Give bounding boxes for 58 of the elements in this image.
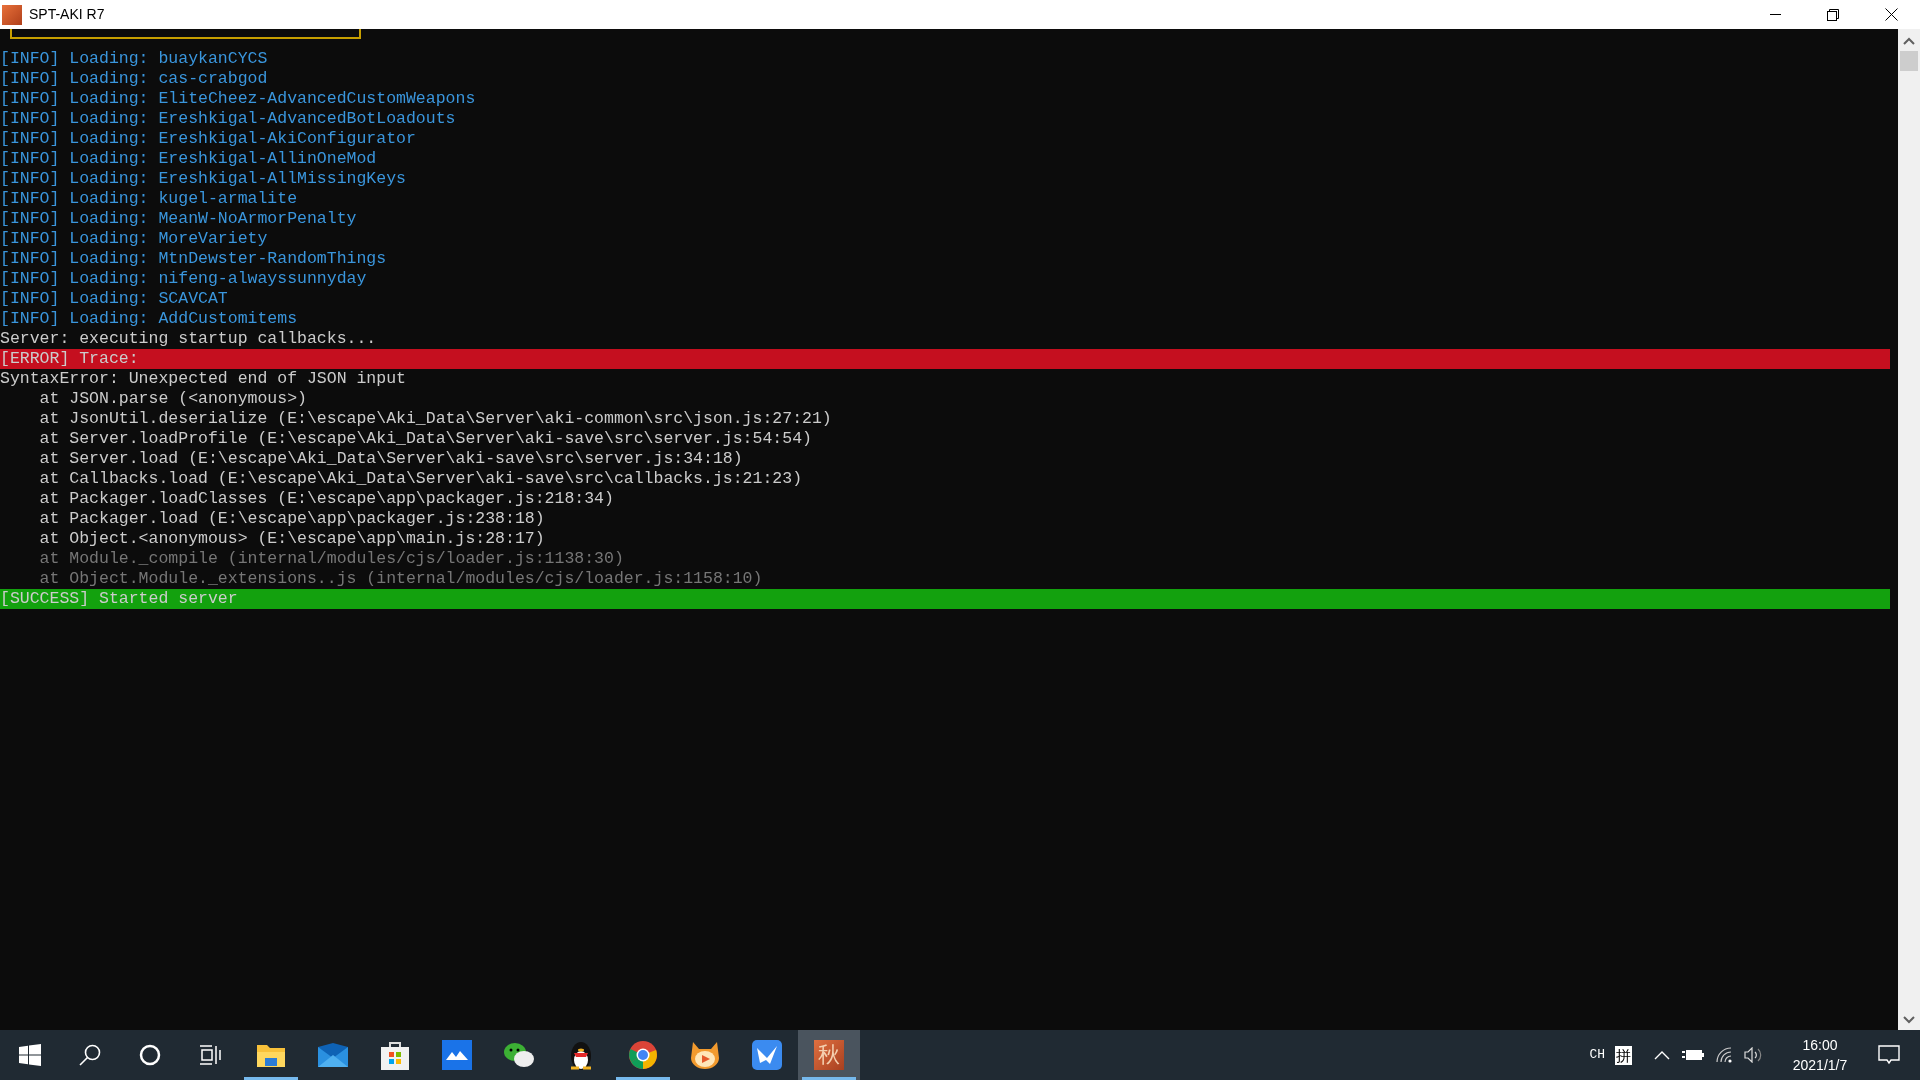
shopping-bag-icon	[381, 1040, 409, 1070]
console-line: at Object.Module._extensions..js (internal/modules/cjs/loader.js:1158:10)	[38, 569, 764, 589]
chrome-icon	[628, 1040, 658, 1070]
chevron-up-icon[interactable]	[1654, 1050, 1670, 1060]
info-line: [INFO] Loading: MoreVariety	[0, 229, 269, 249]
console-line: at Object.<anonymous> (E:\escape\app\main.js:28:17)	[38, 529, 546, 549]
info-line: [INFO] Loading: Ereshkigal-AllMissingKeys	[0, 169, 407, 189]
info-line: [INFO] Loading: Ereshkigal-AkiConfigurator	[0, 129, 417, 149]
envelope-icon	[318, 1043, 348, 1067]
notification-icon[interactable]	[1878, 1045, 1900, 1065]
console-line: at Server.load (E:\escape\Aki_Data\Server\aki-save\src\server.js:34:18)	[38, 449, 744, 469]
info-line: [INFO] Loading: nifeng-alwayssunnyday	[0, 269, 368, 289]
info-line: [INFO] Loading: AddCustomitems	[0, 309, 299, 329]
app-icon	[2, 4, 22, 25]
info-line: [INFO] Loading: SCAVCAT	[0, 289, 229, 309]
folder-icon	[256, 1042, 286, 1068]
console-line: at Packager.loadClasses (E:\escape\app\packager.js:218:34)	[38, 489, 615, 509]
restore-icon	[1827, 8, 1839, 21]
window-title: SPT-AKI R7	[29, 5, 105, 24]
info-line: [INFO] Loading: kugel-armalite	[0, 189, 299, 209]
console-line: at Server.loadProfile (E:\escape\Aki_Data\Server\aki-save\src\server.js:54:54)	[38, 429, 813, 449]
battery-icon[interactable]	[1682, 1049, 1704, 1061]
info-line: [INFO] Loading: MtnDewster-RandomThings	[0, 249, 388, 269]
wifi-icon[interactable]	[1716, 1047, 1734, 1063]
clock-time[interactable]: 16:00	[1802, 1035, 1838, 1055]
penguin-icon	[568, 1039, 594, 1071]
info-line: [INFO] Loading: Ereshkigal-AllinOneMod	[0, 149, 378, 169]
close-icon	[1884, 8, 1898, 21]
start-icon	[19, 1044, 41, 1066]
console-line: at JsonUtil.deserialize (E:\escape\Aki_Data\Server\aki-common\src\json.js:27:21)	[38, 409, 833, 429]
console-line: at Module._compile (internal/modules/cjs/loader.js:1138:30)	[38, 549, 625, 569]
console-line: at JSON.parse (<anonymous>)	[38, 389, 308, 409]
scroll-down-icon	[1903, 1016, 1915, 1024]
speaker-icon[interactable]	[1744, 1047, 1764, 1063]
info-line: [INFO] Loading: Ereshkigal-AdvancedBotLoadouts	[0, 109, 457, 129]
ime-indicator[interactable]: 拼	[1615, 1045, 1632, 1065]
clock-date[interactable]: 2021/1/7	[1792, 1055, 1848, 1075]
info-line: [INFO] Loading: MeanW-NoArmorPenalty	[0, 209, 358, 229]
search-icon	[79, 1044, 101, 1066]
console-line: at Callbacks.load (E:\escape\Aki_Data\Server\aki-save\src\callbacks.js:21:23)	[38, 469, 804, 489]
chat-bubbles-icon	[503, 1041, 535, 1069]
bird-icon	[752, 1040, 782, 1070]
scroll-thumb[interactable]	[1900, 51, 1918, 71]
scrollbar[interactable]	[1898, 29, 1920, 1030]
info-line: [INFO] Loading: EliteCheez-AdvancedCustomWeapons	[0, 89, 477, 109]
app-icon: 秋	[814, 1040, 844, 1070]
info-line: [INFO] Loading: cas-crabgod	[0, 69, 269, 89]
language-indicator[interactable]: CH	[1589, 1045, 1605, 1065]
cat-face-icon	[689, 1040, 721, 1070]
task-view-icon	[199, 1045, 221, 1065]
info-line: [INFO] Loading: buaykanCYCS	[0, 49, 269, 69]
mountain-icon	[442, 1040, 472, 1070]
console-line: SyntaxError: Unexpected end of JSON input	[0, 369, 407, 389]
scroll-up-icon	[1903, 37, 1915, 45]
console-line: Server: executing startup callbacks...	[0, 329, 378, 349]
console-line: at Packager.load (E:\escape\app\packager.js:238:18)	[38, 509, 546, 529]
minimize-icon	[1769, 14, 1781, 15]
circle-icon	[139, 1044, 161, 1066]
